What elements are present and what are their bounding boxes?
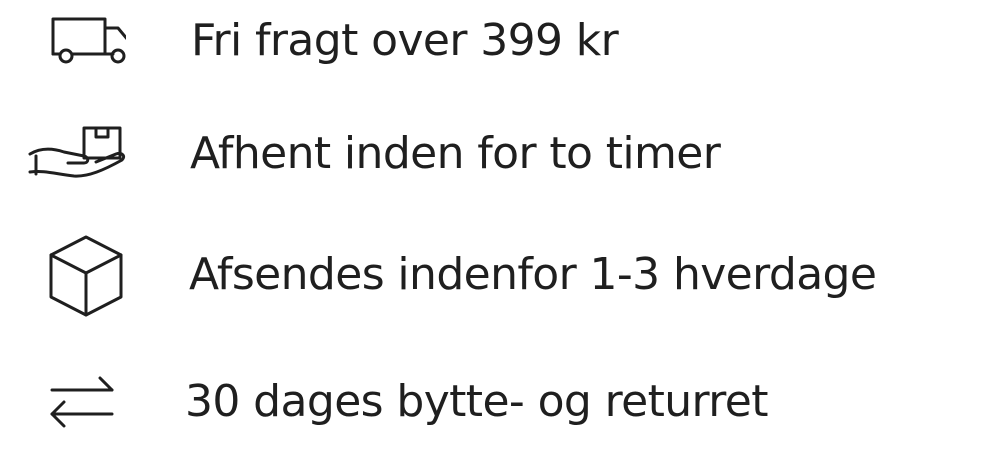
usp-list: Fri fragt over 399 kr Afhent inden for t…: [0, 0, 1008, 456]
usp-label: Fri fragt over 399 kr: [191, 15, 619, 66]
usp-free-shipping: Fri fragt over 399 kr: [0, 0, 1008, 91]
usp-label: 30 dages bytte- og returret: [185, 376, 769, 427]
hand-package-icon: [26, 104, 126, 204]
truck-icon: [26, 0, 126, 91]
exchange-arrows-icon: [26, 352, 126, 452]
box-icon: [26, 225, 126, 325]
usp-returns: 30 dages bytte- og returret: [0, 352, 1008, 452]
usp-pickup: Afhent inden for to timer: [0, 104, 1008, 204]
usp-dispatch: Afsendes indenfor 1-3 hverdage: [0, 225, 1008, 325]
usp-label: Afsendes indenfor 1-3 hverdage: [189, 249, 877, 300]
usp-label: Afhent inden for to timer: [190, 128, 721, 179]
